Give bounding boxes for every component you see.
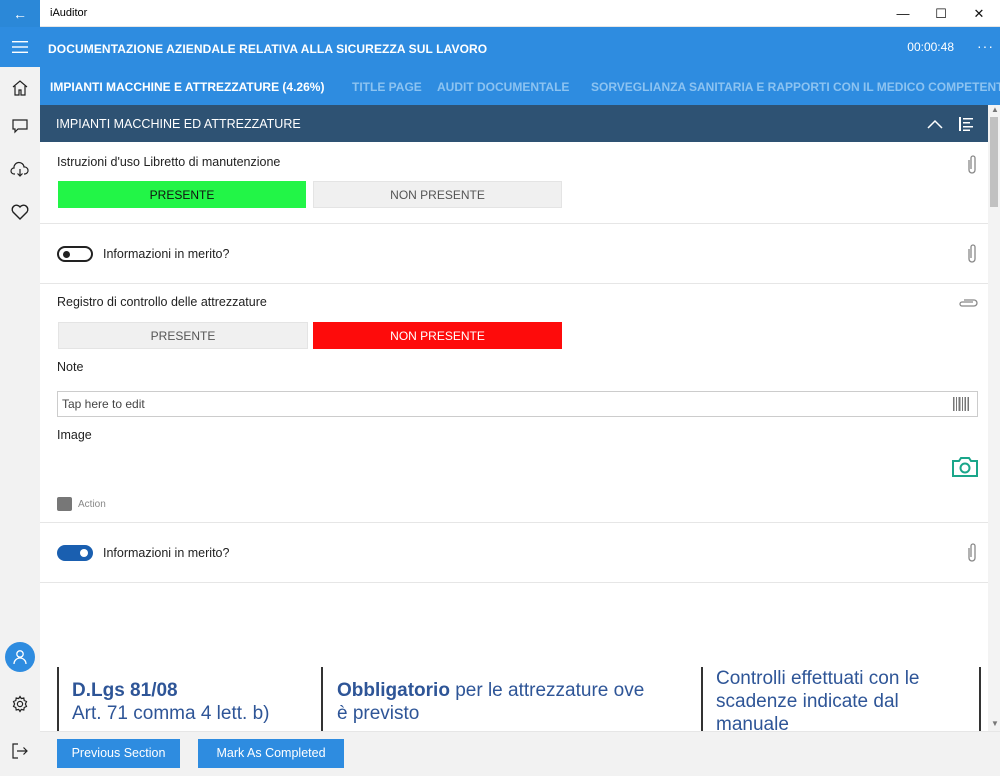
divider bbox=[40, 522, 988, 523]
hamburger-menu-button[interactable] bbox=[0, 27, 40, 67]
paperclip-icon[interactable] bbox=[965, 154, 979, 176]
gear-icon bbox=[12, 695, 28, 713]
download-button[interactable] bbox=[0, 152, 40, 188]
home-button[interactable] bbox=[0, 70, 40, 106]
tab-audit-documentale[interactable]: AUDIT DOCUMENTALE bbox=[437, 69, 569, 105]
info-toggle[interactable] bbox=[57, 246, 93, 262]
person-icon bbox=[13, 650, 27, 665]
collapse-section-button[interactable] bbox=[925, 114, 945, 134]
chat-icon bbox=[12, 119, 28, 134]
favorites-button[interactable] bbox=[0, 194, 40, 230]
mark-as-completed-button[interactable]: Mark As Completed bbox=[198, 739, 344, 768]
info-toggle[interactable] bbox=[57, 545, 93, 561]
tab-impianti-macchine[interactable]: IMPIANTI MACCHINE E ATTREZZATURE (4.26%) bbox=[50, 69, 324, 105]
info-table: D.Lgs 81/08 Art. 71 comma 4 lett. b) Obb… bbox=[57, 667, 983, 731]
chevron-up-icon bbox=[927, 119, 943, 129]
cloud-download-icon bbox=[10, 161, 29, 177]
note-placeholder: Tap here to edit bbox=[62, 397, 145, 411]
window-titlebar: ← iAuditor — ☐ ✕ bbox=[0, 0, 1000, 27]
scroll-up-arrow[interactable]: ▲ bbox=[990, 105, 1000, 115]
back-button[interactable]: ← bbox=[0, 0, 40, 27]
table-border bbox=[701, 667, 703, 731]
question-label: Registro di controllo delle attrezzature bbox=[57, 295, 267, 309]
answer-presente-button[interactable]: PRESENTE bbox=[58, 322, 308, 349]
hamburger-icon bbox=[12, 41, 28, 53]
user-avatar-button[interactable] bbox=[5, 642, 35, 672]
answer-non-presente-button[interactable]: NON PRESENTE bbox=[313, 322, 562, 349]
footer-bar: Previous Section Mark As Completed bbox=[40, 731, 1000, 776]
info-cell-law: D.Lgs 81/08 Art. 71 comma 4 lett. b) bbox=[72, 680, 270, 724]
tab-sorveglianza-sanitaria[interactable]: SORVEGLIANZA SANITARIA E RAPPORTI CON IL… bbox=[591, 69, 1000, 105]
paperclip-icon[interactable] bbox=[965, 542, 979, 564]
divider bbox=[40, 223, 988, 224]
maximize-button[interactable]: ☐ bbox=[922, 0, 960, 27]
question-label: Istruzioni d'uso Libretto di manutenzion… bbox=[57, 155, 281, 169]
scroll-down-arrow[interactable]: ▼ bbox=[990, 719, 1000, 729]
toggle-label: Informazioni in merito? bbox=[103, 247, 230, 261]
document-header: DOCUMENTAZIONE AZIENDALE RELATIVA ALLA S… bbox=[40, 27, 1000, 69]
action-label: Action bbox=[78, 498, 106, 510]
settings-button[interactable] bbox=[0, 686, 40, 722]
sign-out-button[interactable] bbox=[0, 733, 40, 769]
tab-title-page[interactable]: TITLE PAGE bbox=[352, 69, 422, 105]
scrollbar-thumb[interactable] bbox=[990, 117, 998, 207]
info-cell-obligation: Obbligatorio per le attrezzature ove è p… bbox=[337, 680, 645, 724]
paperclip-icon[interactable] bbox=[958, 296, 980, 310]
more-options-button[interactable]: ··· bbox=[977, 27, 994, 65]
divider bbox=[40, 582, 988, 583]
image-label: Image bbox=[57, 428, 92, 442]
divider bbox=[40, 283, 988, 284]
action-button[interactable]: Action bbox=[57, 496, 106, 512]
section-title: IMPIANTI MACCHINE ED ATTREZZATURE bbox=[56, 117, 301, 131]
heart-icon bbox=[11, 204, 29, 220]
note-input[interactable]: Tap here to edit bbox=[57, 391, 978, 417]
sign-out-icon bbox=[12, 743, 28, 759]
answer-presente-button[interactable]: PRESENTE bbox=[58, 181, 306, 208]
info-cell-controls: Controlli effettuati con le scadenze ind… bbox=[716, 668, 920, 731]
window-title: iAuditor bbox=[50, 7, 88, 19]
home-icon bbox=[12, 80, 28, 96]
action-icon bbox=[57, 497, 72, 511]
document-title: DOCUMENTAZIONE AZIENDALE RELATIVA ALLA S… bbox=[48, 42, 488, 56]
previous-section-button[interactable]: Previous Section bbox=[57, 739, 180, 768]
minimize-button[interactable]: — bbox=[884, 0, 922, 27]
paperclip-icon[interactable] bbox=[965, 243, 979, 265]
list-icon bbox=[959, 117, 973, 131]
section-list-button[interactable] bbox=[956, 114, 976, 134]
note-label: Note bbox=[57, 360, 84, 374]
section-header: IMPIANTI MACCHINE ED ATTREZZATURE bbox=[40, 105, 988, 142]
camera-icon[interactable] bbox=[952, 457, 978, 477]
section-tabs: IMPIANTI MACCHINE E ATTREZZATURE (4.26%)… bbox=[40, 69, 1000, 105]
answer-non-presente-button[interactable]: NON PRESENTE bbox=[313, 181, 562, 208]
barcode-icon[interactable] bbox=[953, 397, 969, 411]
close-button[interactable]: ✕ bbox=[960, 0, 998, 27]
comments-button[interactable] bbox=[0, 108, 40, 144]
toggle-label: Informazioni in merito? bbox=[103, 546, 230, 560]
table-border bbox=[321, 667, 323, 731]
table-border bbox=[979, 667, 981, 731]
audit-timer: 00:00:48 bbox=[907, 40, 954, 54]
table-border bbox=[57, 667, 59, 731]
